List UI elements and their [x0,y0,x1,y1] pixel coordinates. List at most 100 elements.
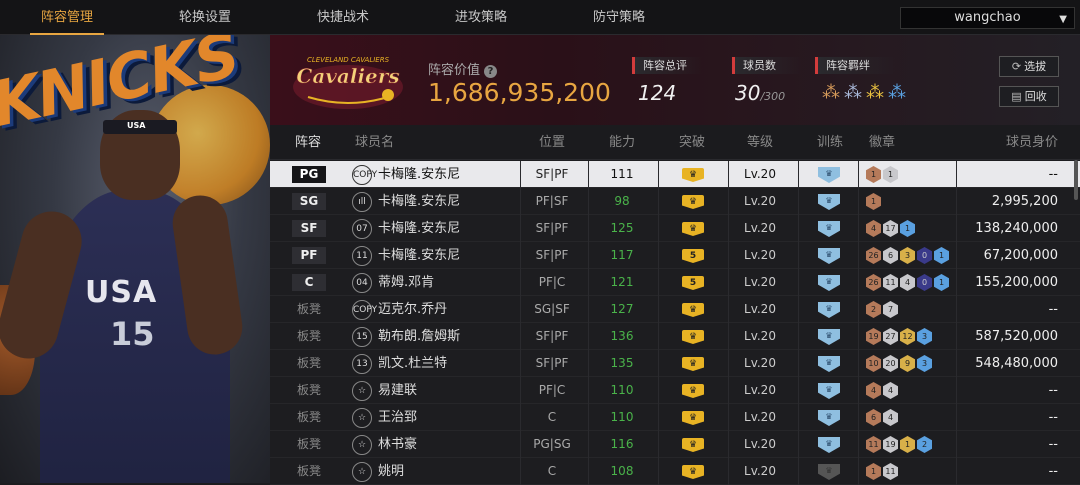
player-value: 155,200,000 [975,275,1058,290]
scrollbar[interactable] [1074,160,1078,200]
breakthrough-icon[interactable]: ♛ [682,303,704,317]
lineup-slot[interactable]: 板凳 [292,382,326,399]
training-icon[interactable]: ♛ [818,167,840,183]
player-ability: 127 [610,302,634,316]
badge-list[interactable]: 19 27 12 3 [866,328,932,345]
training-icon[interactable]: ♛ [818,437,840,453]
player-name[interactable]: 王治郅 [378,404,417,431]
badge-list[interactable]: 11 19 1 2 [866,436,932,453]
table-row[interactable]: C 04 蒂姆.邓肯 PF|C 121 5 Lv.20 ♛ 26 11 4 0 1 155,200,000 [270,269,1080,296]
training-icon[interactable]: ♛ [818,410,840,426]
player-card-icon: COPY [352,165,377,185]
tab-offense[interactable]: 进攻策略 [426,0,536,35]
document-icon: ▤ [1011,90,1022,103]
table-row[interactable]: 板凳 13 凯文.杜兰特 SF|PF 135 ♛ Lv.20 ♛ 10 20 9 3 548,480,0… [270,350,1080,377]
player-position: SF|PF [535,356,569,370]
tab-lineup[interactable]: 阵容管理 [12,0,122,35]
col-badges[interactable]: 徽章 [862,125,902,160]
badge-list[interactable]: 26 6 3 0 1 [866,247,949,264]
table-row[interactable]: PF 11 卡梅隆.安东尼 SF|PF 117 5 Lv.20 ♛ 26 6 3 0 1 67,200,0… [270,242,1080,269]
lineup-slot[interactable]: SG [292,193,326,210]
recycle-button[interactable]: ▤ 回收 [999,86,1059,107]
player-name[interactable]: 卡梅隆.安东尼 [378,215,460,242]
lineup-slot[interactable]: 板凳 [292,409,326,426]
badge-list[interactable]: 44 [866,382,898,399]
breakthrough-icon[interactable]: ♛ [682,195,704,209]
badge-list[interactable]: 10 20 9 3 [866,355,932,372]
player-name[interactable]: 迈克尔.乔丹 [378,296,447,323]
player-name[interactable]: 林书豪 [378,431,417,458]
training-icon[interactable]: ♛ [818,221,840,237]
scout-button[interactable]: ⟳ 选拔 [999,56,1059,77]
training-icon[interactable]: ♛ [818,194,840,210]
breakthrough-icon[interactable]: ♛ [682,222,704,236]
lineup-slot[interactable]: 板凳 [292,355,326,372]
badge-list[interactable]: 26 11 4 0 1 [866,274,949,291]
tab-rotation[interactable]: 轮换设置 [150,0,260,35]
breakthrough-icon[interactable]: ♛ [682,330,704,344]
breakthrough-icon[interactable]: 5 [682,276,704,290]
tab-defense[interactable]: 防守策略 [564,0,674,35]
col-level[interactable]: 等级 [740,125,780,160]
player-name[interactable]: 勒布朗.詹姆斯 [378,323,460,350]
col-breakthrough[interactable]: 突破 [672,125,712,160]
lineup-slot[interactable]: SF [292,220,326,237]
lineup-slot[interactable]: C [292,274,326,291]
player-name[interactable]: 卡梅隆.安东尼 [378,188,460,215]
training-icon[interactable]: ♛ [818,248,840,264]
breakthrough-icon[interactable]: ♛ [682,411,704,425]
help-icon[interactable]: ? [484,65,498,78]
badge-list[interactable]: 1 [866,193,881,210]
breakthrough-icon[interactable]: ♛ [682,465,704,479]
player-ability: 117 [610,248,634,262]
breakthrough-icon[interactable]: 5 [682,249,704,263]
training-icon[interactable]: ♛ [818,383,840,399]
col-training[interactable]: 训练 [810,125,850,160]
player-name[interactable]: 蒂姆.邓肯 [378,269,434,296]
player-name[interactable]: 姚明 [378,458,404,485]
col-position[interactable]: 位置 [532,125,572,160]
breakthrough-icon[interactable]: ♛ [682,384,704,398]
table-row[interactable]: PG COPY 卡梅隆.安东尼 SF|PF 111 ♛ Lv.20 ♛ 1 1 -- [270,161,1080,188]
player-level: Lv.20 [744,464,776,478]
training-icon[interactable]: ♛ [818,329,840,345]
badge-list[interactable]: 64 [866,409,898,426]
player-name[interactable]: 卡梅隆.安东尼 [378,242,460,269]
training-icon[interactable]: ♛ [818,275,840,291]
table-row[interactable]: 板凳 ☆ 王治郅 C 110 ♛ Lv.20 ♛ 6 4 -- [270,404,1080,431]
top-nav: 阵容管理 轮换设置 快捷战术 进攻策略 防守策略 wangchao ▼ [0,0,1080,35]
badge-list[interactable]: 1 11 [866,463,898,480]
table-row[interactable]: SG ıll 卡梅隆.安东尼 PF|SF 98 ♛ Lv.20 ♛ 1 2,995,200 [270,188,1080,215]
breakthrough-icon[interactable]: ♛ [682,357,704,371]
breakthrough-icon[interactable]: ♛ [682,168,704,182]
lineup-slot[interactable]: 板凳 [292,328,326,345]
training-icon[interactable]: ♛ [818,302,840,318]
lineup-slot[interactable]: 板凳 [292,301,326,318]
training-icon[interactable]: ♛ [818,464,840,480]
table-row[interactable]: 板凳 ☆ 林书豪 PG|SG 116 ♛ Lv.20 ♛ 11 19 1 2 -- [270,431,1080,458]
player-name[interactable]: 易建联 [378,377,417,404]
table-row[interactable]: 板凳 ☆ 易建联 PF|C 110 ♛ Lv.20 ♛ 4 4 -- [270,377,1080,404]
table-row[interactable]: 板凳 COPY 迈克尔.乔丹 SG|SF 127 ♛ Lv.20 ♛ 2 7 -- [270,296,1080,323]
lineup-slot[interactable]: PG [292,166,326,183]
lineup-slot[interactable]: 板凳 [292,436,326,453]
col-value[interactable]: 球员身价 [998,125,1058,160]
player-level: Lv.20 [744,329,776,343]
table-row[interactable]: 板凳 15 勒布朗.詹姆斯 SF|PF 136 ♛ Lv.20 ♛ 19 27 12 3 587,520… [270,323,1080,350]
chemistry-icons[interactable]: ⁂⁂⁂⁂ [822,82,910,103]
user-dropdown[interactable]: wangchao ▼ [900,7,1075,29]
lineup-slot[interactable]: PF [292,247,326,264]
badge-list[interactable]: 4 17 1 [866,220,915,237]
player-name[interactable]: 卡梅隆.安东尼 [378,161,460,188]
breakthrough-icon[interactable]: ♛ [682,438,704,452]
table-row[interactable]: SF 07 卡梅隆.安东尼 SF|PF 125 ♛ Lv.20 ♛ 4 17 1 138,240,00… [270,215,1080,242]
player-name[interactable]: 凯文.杜兰特 [378,350,447,377]
table-row[interactable]: 板凳 ☆ 姚明 C 108 ♛ Lv.20 ♛ 1 11 -- [270,458,1080,485]
badge-list[interactable]: 11 [866,166,898,183]
col-lineup: 阵容 [294,135,321,150]
training-icon[interactable]: ♛ [818,356,840,372]
lineup-slot[interactable]: 板凳 [292,463,326,480]
tab-quick-tactics[interactable]: 快捷战术 [288,0,398,35]
badge-list[interactable]: 27 [866,301,898,318]
col-ability[interactable]: 能力 [602,125,642,160]
